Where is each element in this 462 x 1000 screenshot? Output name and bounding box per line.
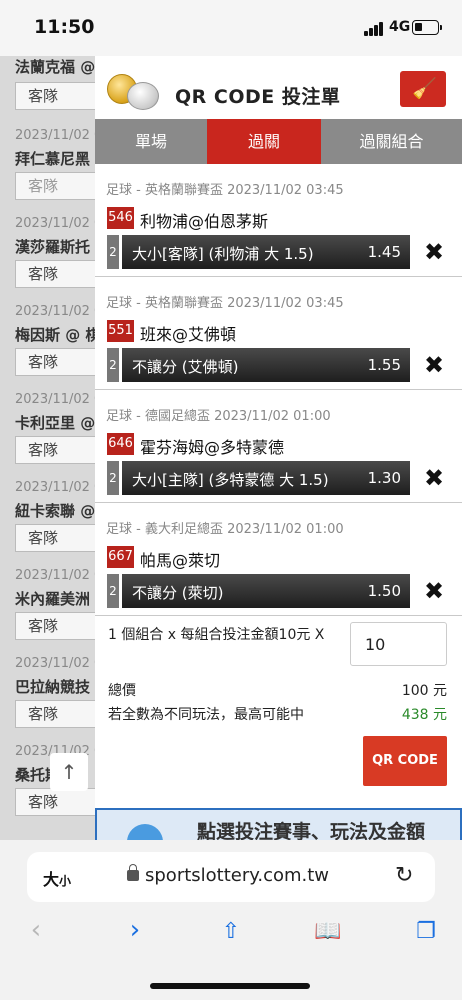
info-icon	[127, 824, 163, 840]
selection-name: 大小[主隊] (多特蒙德 大 1.5)	[132, 471, 329, 489]
broom-icon: 🧹	[412, 76, 437, 100]
background-match-list: 法蘭克福 @ 客隊 2023/11/02 0 拜仁慕尼黑 客隊 2023/11/…	[0, 56, 95, 840]
panel-title: QR CODE 投注單	[175, 86, 341, 108]
away-button[interactable]: 客隊	[15, 172, 95, 200]
panel-header: QR CODE 投注單 🧹	[95, 56, 462, 119]
remove-bet-icon[interactable]: ✖	[422, 577, 446, 605]
max-win-value: 438 元	[401, 707, 447, 723]
match-code: 551	[107, 320, 134, 342]
bet-type-tabs: 單場 過關 過關組合	[95, 119, 462, 164]
clear-slip-button[interactable]: 🧹	[400, 71, 446, 107]
list-item: 2023/11/02 0 卡利亞里 @ 客隊	[0, 392, 95, 480]
total-value: 100 元	[401, 683, 447, 699]
odds-value: 1.50	[367, 582, 401, 600]
total-label: 總價	[108, 683, 136, 699]
match-code: 546	[107, 207, 134, 229]
league-info: 足球 - 義大利足總盃 2023/11/02 01:00	[106, 522, 344, 537]
bet-item: 足球 - 德國足總盃 2023/11/02 01:00 646 霍芬海姆@多特蒙…	[95, 390, 462, 503]
back-icon[interactable]: ‹	[16, 915, 56, 945]
league-info: 足球 - 英格蘭聯賽盃 2023/11/02 03:45	[106, 296, 344, 311]
match-name: 利物浦@伯恩茅斯	[140, 212, 269, 231]
bet-list: 足球 - 英格蘭聯賽盃 2023/11/02 03:45 546 利物浦@伯恩茅…	[95, 164, 462, 616]
network-type: 4G	[389, 19, 411, 35]
bet-item: 足球 - 義大利足總盃 2023/11/02 01:00 667 帕馬@萊切 2…	[95, 503, 462, 616]
bet-count: 2	[107, 574, 119, 608]
promo-text: 點選投注賽事、玩法及金額	[197, 821, 426, 840]
league-info: 足球 - 英格蘭聯賽盃 2023/11/02 03:45	[106, 183, 344, 198]
qr-code-button[interactable]: QR CODE	[363, 736, 447, 786]
remove-bet-icon[interactable]: ✖	[422, 351, 446, 379]
match-name: 班來@艾佛頓	[140, 325, 237, 344]
forward-icon[interactable]: ›	[115, 915, 155, 945]
clock: 11:50	[34, 16, 95, 38]
match-code: 667	[107, 546, 134, 568]
scroll-top-button[interactable]: ↑	[50, 753, 88, 791]
remove-bet-icon[interactable]: ✖	[422, 238, 446, 266]
battery-icon	[412, 20, 439, 35]
bet-slip-panel: QR CODE 投注單 🧹 單場 過關 過關組合 足球 - 英格蘭聯賽盃 202…	[95, 56, 462, 840]
signal-icon	[364, 22, 384, 36]
lock-icon	[127, 864, 139, 881]
tab-parlay-combo[interactable]: 過關組合	[321, 119, 462, 164]
away-button[interactable]: 客隊	[15, 788, 95, 816]
list-item: 法蘭克福 @ 客隊	[0, 56, 95, 128]
list-item: 2023/11/02 0 米內羅美洲 客隊	[0, 568, 95, 656]
bookmarks-icon[interactable]: 📖	[308, 919, 348, 944]
away-button[interactable]: 客隊	[15, 700, 95, 728]
match-name: 帕馬@萊切	[140, 551, 221, 570]
tab-single[interactable]: 單場	[95, 119, 207, 164]
max-win-label: 若全數為不同玩法，最高可能中	[108, 707, 304, 723]
tab-parlay[interactable]: 過關	[207, 119, 321, 164]
away-button[interactable]: 客隊	[15, 82, 95, 110]
text-size-button[interactable]: 大小	[43, 866, 71, 890]
selection-name: 不讓分 (萊切)	[132, 584, 224, 602]
bet-count: 2	[107, 235, 119, 269]
list-item: 2023/11/02 0 漢莎羅斯托 客隊	[0, 216, 95, 304]
bet-item: 足球 - 英格蘭聯賽盃 2023/11/02 03:45 551 班來@艾佛頓 …	[95, 277, 462, 390]
reload-icon[interactable]: ↻	[395, 863, 413, 888]
selection-bar: 大小[客隊] (利物浦 大 1.5) 1.45	[122, 235, 410, 269]
away-button[interactable]: 客隊	[15, 260, 95, 288]
combo-text: 1 個組合 x 每組合投注金額10元 X	[108, 627, 325, 643]
list-item: 2023/11/02 0 拜仁慕尼黑 客隊	[0, 128, 95, 216]
away-button[interactable]: 客隊	[15, 348, 95, 376]
home-indicator	[150, 983, 310, 989]
share-icon[interactable]: ⇧	[211, 919, 251, 944]
promo-banner[interactable]: 點選投注賽事、玩法及金額	[95, 808, 462, 840]
bet-count: 2	[107, 348, 119, 382]
selection-bar: 大小[主隊] (多特蒙德 大 1.5) 1.30	[122, 461, 410, 495]
status-bar: 11:50 4G	[0, 0, 462, 56]
odds-value: 1.45	[367, 243, 401, 261]
address-bar[interactable]: 大小 sportslottery.com.tw ↻	[27, 852, 435, 902]
bet-count: 2	[107, 461, 119, 495]
selection-name: 大小[客隊] (利物浦 大 1.5)	[132, 245, 314, 263]
remove-bet-icon[interactable]: ✖	[422, 464, 446, 492]
selection-bar: 不讓分 (萊切) 1.50	[122, 574, 410, 608]
list-item: 2023/11/02 0 巴拉納競技 客隊	[0, 656, 95, 744]
away-button[interactable]: 客隊	[15, 524, 95, 552]
coins-icon	[107, 68, 159, 110]
selection-bar: 不讓分 (艾佛頓) 1.55	[122, 348, 410, 382]
browser-nav: ‹ › ⇧ 📖 ❐	[0, 915, 462, 960]
bet-summary: 1 個組合 x 每組合投注金額10元 X 總價 100 元 若全數為不同玩法，最…	[95, 616, 462, 796]
away-button[interactable]: 客隊	[15, 436, 95, 464]
list-item: 2023/11/02 0 紐卡索聯 @ 客隊	[0, 480, 95, 568]
match-name: 霍芬海姆@多特蒙德	[140, 438, 285, 457]
match-code: 646	[107, 433, 134, 455]
odds-value: 1.55	[367, 356, 401, 374]
odds-value: 1.30	[367, 469, 401, 487]
url-text: sportslottery.com.tw	[145, 865, 330, 886]
league-info: 足球 - 德國足總盃 2023/11/02 01:00	[106, 409, 331, 424]
list-item: 2023/11/02 0 梅因斯 @ 棋 客隊	[0, 304, 95, 392]
stake-amount-input[interactable]	[350, 622, 447, 666]
bet-item: 足球 - 英格蘭聯賽盃 2023/11/02 03:45 546 利物浦@伯恩茅…	[95, 164, 462, 277]
away-button[interactable]: 客隊	[15, 612, 95, 640]
selection-name: 不讓分 (艾佛頓)	[132, 358, 239, 376]
tabs-icon[interactable]: ❐	[406, 919, 446, 944]
browser-toolbar: 大小 sportslottery.com.tw ↻ ‹ › ⇧ 📖 ❐	[0, 840, 462, 1000]
